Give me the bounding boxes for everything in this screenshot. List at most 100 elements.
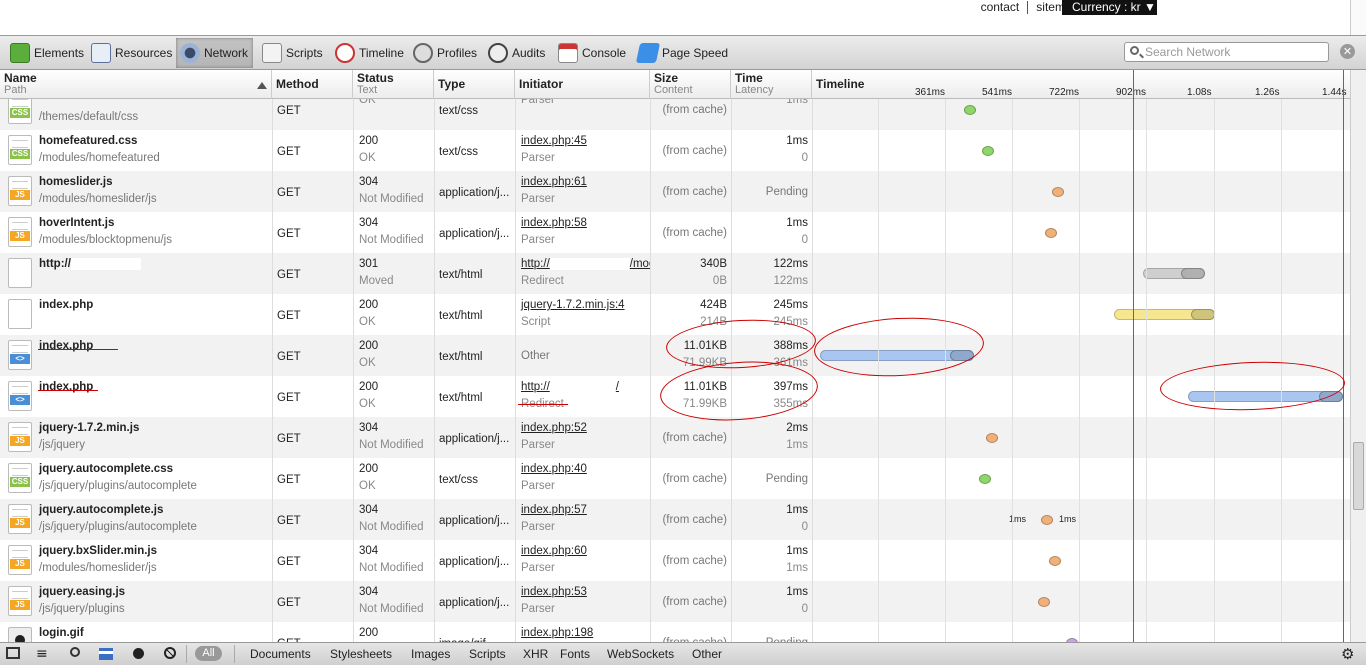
timeline-dot[interactable] <box>964 105 976 115</box>
search-network-input[interactable]: Search Network <box>1124 42 1329 62</box>
close-icon[interactable]: ✕ <box>1340 44 1355 59</box>
column-name[interactable]: Name Path <box>0 70 272 99</box>
contact-link[interactable]: contact <box>973 1 1028 14</box>
initiator-link[interactable]: index.php:40 <box>521 461 650 478</box>
filter-documents[interactable]: Documents <box>250 646 311 662</box>
request-row[interactable]: JS hoverIntent.js/modules/blocktopmenu/js… <box>0 212 1350 253</box>
initiator-link[interactable]: index.php:52 <box>521 420 650 437</box>
column-initiator[interactable]: Initiator <box>515 70 650 99</box>
search-icon[interactable] <box>68 646 86 662</box>
initiator-link-tail[interactable]: /modu <box>630 258 650 270</box>
cell-name[interactable]: CSS homefeatured.css/modules/homefeatured <box>0 130 272 171</box>
initiator-link-tail[interactable]: / <box>616 381 619 393</box>
scrollbar-thumb[interactable] <box>1353 442 1364 510</box>
cell-name[interactable]: login.gif/modules/blockuserinfo/img/icon <box>0 622 272 642</box>
request-row[interactable]: JS homeslider.js/modules/homeslider/js GET… <box>0 171 1350 212</box>
console-toggle-icon[interactable]: ≡ <box>36 646 54 662</box>
filter-fonts[interactable]: Fonts <box>560 646 590 662</box>
tab-resources[interactable]: Resources <box>87 38 176 68</box>
js-file-icon: JS <box>8 545 32 575</box>
cell-name[interactable]: <> index.php <box>0 335 272 376</box>
timeline-dot[interactable] <box>1049 556 1061 566</box>
timeline-dot[interactable] <box>1038 597 1050 607</box>
initiator-link[interactable]: jquery-1.7.2.min.js:4 <box>521 297 650 314</box>
initiator-link[interactable]: index.php:61 <box>521 174 650 191</box>
currency-label: Currency : kr <box>1072 0 1141 14</box>
cell-name[interactable]: JS jquery-1.7.2.min.js/js/jquery <box>0 417 272 458</box>
cell-time: Pending <box>731 622 812 642</box>
request-row[interactable]: JS jquery.easing.js/js/jquery/plugins GET 3… <box>0 581 1350 622</box>
tab-audits[interactable]: Audits <box>484 38 549 68</box>
filter-stylesheets[interactable]: Stylesheets <box>330 646 392 662</box>
request-row[interactable]: CSS/themes/default/css GET OK text/css Parse… <box>0 99 1350 130</box>
column-method[interactable]: Method <box>272 70 353 99</box>
vertical-scrollbar[interactable] <box>1350 70 1366 642</box>
tab-page-speed[interactable]: Page Speed <box>634 38 732 68</box>
request-row[interactable]: login.gif/modules/blockuserinfo/img/icon… <box>0 622 1350 642</box>
currency-dropdown[interactable]: Currency : kr ▼ <box>1062 0 1157 15</box>
filter-xhr[interactable]: XHR <box>523 646 548 662</box>
tab-timeline[interactable]: Timeline <box>331 38 408 68</box>
timeline-bar[interactable] <box>1143 268 1205 279</box>
large-rows-icon[interactable] <box>99 646 117 662</box>
initiator-link[interactable]: index.php:58 <box>521 215 650 232</box>
initiator-type: Parser <box>521 603 555 615</box>
cell-name[interactable]: JS jquery.autocomplete.js/js/jquery/plugi… <box>0 499 272 540</box>
timeline-dot[interactable] <box>986 433 998 443</box>
dock-icon[interactable] <box>6 646 24 662</box>
initiator-link[interactable]: http:// <box>521 258 550 270</box>
initiator-link[interactable]: http:// <box>521 381 550 393</box>
request-row[interactable]: http:// GET 301 Moved text/html http:// /modu R… <box>0 253 1350 294</box>
elements-icon <box>10 43 30 63</box>
column-status[interactable]: Status Text <box>353 70 434 99</box>
request-row[interactable]: index.php GET 200 OK text/html jquery-1.7.2.m… <box>0 294 1350 335</box>
cell-name[interactable]: JS homeslider.js/modules/homeslider/js <box>0 171 272 212</box>
tab-network[interactable]: Network <box>176 38 253 68</box>
cell-name[interactable]: index.php <box>0 294 272 335</box>
cell-name[interactable]: JS jquery.easing.js/js/jquery/plugins <box>0 581 272 622</box>
timeline-dot[interactable] <box>979 474 991 484</box>
initiator-link[interactable]: index.php:53 <box>521 584 650 601</box>
column-size[interactable]: Size Content <box>650 70 731 99</box>
initiator-link[interactable]: index.php:198 <box>521 625 650 642</box>
request-row[interactable]: JS jquery.bxSlider.min.js/modules/homesli… <box>0 540 1350 581</box>
status-text: Not Modified <box>359 562 424 574</box>
cell-name[interactable]: JS jquery.bxSlider.min.js/modules/homesli… <box>0 540 272 581</box>
record-icon[interactable] <box>131 646 149 662</box>
filter-scripts[interactable]: Scripts <box>469 646 506 662</box>
column-timeline[interactable]: Timeline 361ms 541ms 722ms 902ms 1.08s 1… <box>812 70 1350 99</box>
timeline-dot[interactable] <box>982 146 994 156</box>
tab-elements[interactable]: Elements <box>6 38 88 68</box>
cell-name[interactable]: http:// <box>0 253 272 294</box>
initiator-link[interactable]: index.php:57 <box>521 502 650 519</box>
filter-images[interactable]: Images <box>411 646 450 662</box>
tab-scripts[interactable]: Scripts <box>258 38 327 68</box>
tab-profiles[interactable]: Profiles <box>409 38 481 68</box>
request-row[interactable]: CSS homefeatured.css/modules/homefeatured… <box>0 130 1350 171</box>
cell-name[interactable]: CSS/themes/default/css <box>0 99 272 130</box>
cell-type: text/css <box>434 99 515 130</box>
initiator-link[interactable]: index.php:45 <box>521 133 650 150</box>
cell-name[interactable]: <> index.php <box>0 376 272 417</box>
initiator-link[interactable]: index.php:60 <box>521 543 650 560</box>
request-row[interactable]: JS jquery.autocomplete.js/js/jquery/plugi… <box>0 499 1350 540</box>
request-row[interactable]: CSS jquery.autocomplete.css/js/jquery/plu… <box>0 458 1350 499</box>
cell-name[interactable]: JS hoverIntent.js/modules/blocktopmenu/js <box>0 212 272 253</box>
timeline-dot[interactable] <box>1052 187 1064 197</box>
gear-icon[interactable]: ⚙ <box>1341 646 1359 662</box>
filter-all[interactable]: All <box>195 646 222 661</box>
column-type[interactable]: Type <box>434 70 515 99</box>
column-time[interactable]: Time Latency <box>731 70 812 99</box>
timeline-dot[interactable] <box>1041 515 1053 525</box>
page-scrollbar[interactable] <box>1350 0 1366 35</box>
status-text: OK <box>359 480 376 492</box>
filter-other[interactable]: Other <box>692 646 722 662</box>
timeline-bar[interactable] <box>1114 309 1215 320</box>
timeline-dot[interactable] <box>1045 228 1057 238</box>
filter-websockets[interactable]: WebSockets <box>607 646 674 662</box>
tab-console[interactable]: Console <box>554 38 630 68</box>
clear-icon[interactable] <box>162 646 180 662</box>
cell-timeline <box>812 171 1350 212</box>
request-row[interactable]: JS jquery-1.7.2.min.js/js/jquery GET 304 Not… <box>0 417 1350 458</box>
cell-name[interactable]: CSS jquery.autocomplete.css/js/jquery/plu… <box>0 458 272 499</box>
